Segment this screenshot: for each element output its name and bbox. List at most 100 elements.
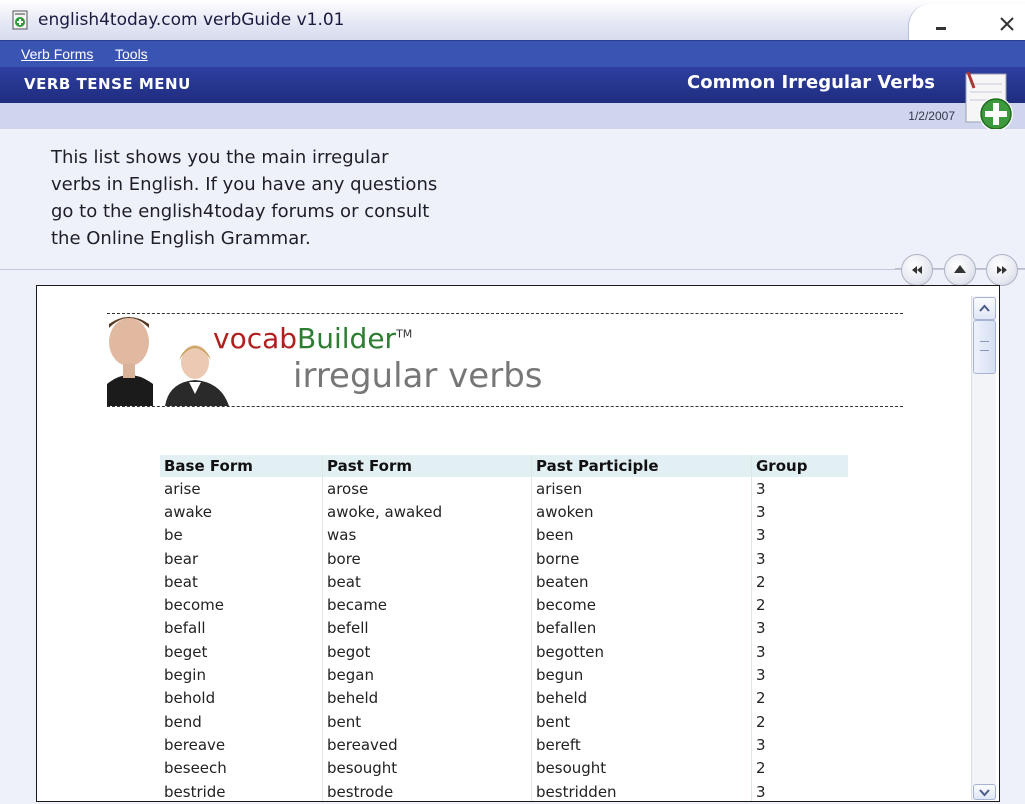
- table-row: awake awoke, awaked awoken 3: [160, 500, 848, 524]
- cell-base-form: become: [164, 596, 225, 615]
- cell-past-form: was: [322, 523, 532, 547]
- cell-past-form: befell: [322, 616, 532, 641]
- cell-past-form: began: [322, 663, 532, 687]
- date-label: 1/2/2007: [908, 109, 955, 123]
- column-header-base-form: Base Form: [160, 455, 323, 477]
- cell-past-form: bestrode: [322, 779, 532, 801]
- cell-past-participle: awoken: [531, 500, 752, 524]
- table-body: arise arose arisen 3 awake awoke, awaked awoke…: [160, 477, 848, 801]
- up-icon[interactable]: [944, 254, 976, 286]
- window-title: english4today.com verbGuide v1.01: [38, 10, 345, 30]
- date-strip: 1/2/2007: [0, 103, 1025, 129]
- page-title: Common Irregular Verbs: [687, 72, 935, 93]
- menu-tools[interactable]: Tools: [115, 46, 148, 62]
- header-band: VERB TENSE MENU Common Irregular Verbs: [0, 67, 1025, 103]
- intro-line: verbs in English. If you have any questi…: [51, 174, 438, 195]
- cell-past-participle: beheld: [531, 686, 752, 710]
- cell-past-form: arose: [322, 477, 532, 501]
- cell-past-participle: bestridden: [531, 779, 752, 801]
- cell-past-participle: arisen: [531, 477, 752, 501]
- cell-group: 3: [751, 500, 848, 524]
- window-controls: [908, 4, 1025, 40]
- cell-base-form: bestride: [164, 782, 226, 801]
- cell-group: 3: [751, 523, 848, 547]
- cell-past-form: beat: [322, 570, 532, 594]
- irregular-verbs-table: Base Form Past Form Past Participle Grou…: [160, 455, 848, 801]
- cell-base-form: befall: [164, 619, 206, 638]
- cell-base-form: bereave: [164, 735, 226, 754]
- column-header-past-participle: Past Participle: [531, 455, 752, 477]
- table-row: beat beat beaten 2: [160, 570, 848, 594]
- cell-group: 3: [751, 546, 848, 571]
- cell-past-participle: begun: [531, 663, 752, 687]
- intro-panel: This list shows you the main irregular v…: [0, 129, 1025, 270]
- cell-group: 2: [751, 570, 848, 594]
- menu-bar: Verb Forms Tools: [0, 40, 1025, 68]
- fast-forward-icon[interactable]: [986, 254, 1018, 286]
- cell-group: 3: [751, 616, 848, 641]
- cell-past-participle: bereft: [531, 733, 752, 757]
- cell-base-form: be: [164, 526, 183, 545]
- cell-past-form: bore: [322, 546, 532, 571]
- table-row: begin began begun 3: [160, 663, 848, 687]
- cell-past-participle: become: [531, 593, 752, 617]
- column-header-past-form: Past Form: [322, 455, 532, 477]
- trademark-mark: TM: [396, 327, 413, 341]
- cell-base-form: awake: [164, 502, 213, 521]
- cell-base-form: beget: [164, 642, 208, 661]
- menu-verb-forms[interactable]: Verb Forms: [21, 46, 93, 62]
- cell-base-form: arise: [164, 479, 201, 498]
- table-row: beseech besought besought 2: [160, 756, 848, 780]
- cell-group: 3: [751, 779, 848, 801]
- cell-past-form: awoke, awaked: [322, 500, 532, 524]
- content-frame: vocabBuilderTM irregular verbs Base Form…: [36, 285, 1000, 802]
- scroll-up-button[interactable]: [973, 297, 996, 320]
- vocabbuilder-logo: vocabBuilderTM: [213, 322, 412, 355]
- cell-past-form: bent: [322, 709, 532, 734]
- cell-base-form: behold: [164, 689, 216, 708]
- cell-base-form: bear: [164, 549, 199, 568]
- cell-group: 2: [751, 686, 848, 710]
- vertical-scrollbar[interactable]: [971, 296, 996, 800]
- table-row: become became become 2: [160, 593, 848, 617]
- rewind-icon[interactable]: [901, 254, 933, 286]
- cell-group: 3: [751, 640, 848, 664]
- cell-past-participle: been: [531, 523, 752, 547]
- brand-vocab: vocab: [213, 322, 298, 355]
- scroll-down-button[interactable]: [973, 784, 996, 800]
- intro-line: go to the english4today forums or consul…: [51, 201, 430, 222]
- verb-tense-menu-title[interactable]: VERB TENSE MENU: [24, 75, 191, 93]
- cell-past-form: became: [322, 593, 532, 617]
- cell-past-participle: beaten: [531, 570, 752, 594]
- add-notebook-icon[interactable]: [960, 70, 1020, 134]
- scroll-thumb[interactable]: [973, 320, 996, 374]
- cell-group: 2: [751, 709, 848, 734]
- table-row: be was been 3: [160, 523, 848, 547]
- title-bar: english4today.com verbGuide v1.01: [0, 0, 1025, 40]
- minimize-icon[interactable]: [931, 14, 951, 34]
- cell-group: 2: [751, 756, 848, 780]
- menu-tools-label: Tools: [115, 46, 148, 62]
- cell-past-form: beheld: [322, 686, 532, 710]
- intro-line: This list shows you the main irregular: [51, 147, 389, 168]
- cell-base-form: begin: [164, 666, 206, 685]
- intro-line: the Online English Grammar.: [51, 228, 311, 249]
- cell-past-participle: besought: [531, 756, 752, 780]
- table-row: bear bore borne 3: [160, 546, 848, 571]
- table-row: bend bent bent 2: [160, 709, 848, 734]
- menu-verb-forms-label: Verb Forms: [21, 46, 94, 62]
- cell-group: 3: [751, 733, 848, 757]
- app-icon: [10, 10, 30, 30]
- cell-group: 3: [751, 663, 848, 687]
- grip-icon: [980, 341, 989, 351]
- vocabbuilder-banner: vocabBuilderTM irregular verbs: [107, 313, 903, 407]
- cell-base-form: beseech: [164, 759, 227, 778]
- cell-past-participle: bent: [531, 709, 752, 734]
- cell-past-form: begot: [322, 640, 532, 664]
- brand-builder: Builder: [297, 322, 397, 355]
- banner-subtitle: irregular verbs: [293, 356, 543, 396]
- close-icon[interactable]: [997, 14, 1017, 34]
- cell-past-participle: borne: [531, 546, 752, 571]
- table-row: bereave bereaved bereft 3: [160, 733, 848, 757]
- cell-base-form: bend: [164, 712, 202, 731]
